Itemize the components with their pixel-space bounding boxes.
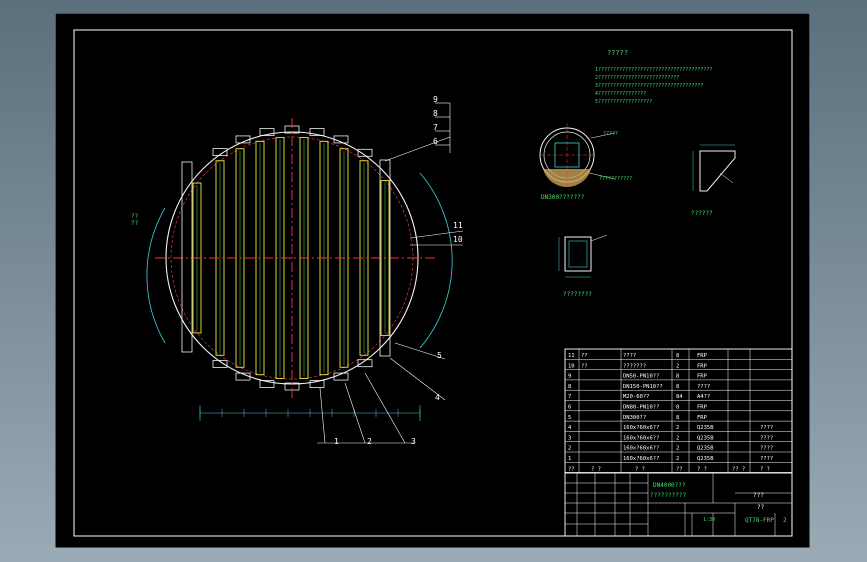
bom-cell: ????	[760, 446, 773, 452]
drawing-code: QT78-FRP	[745, 517, 774, 524]
drawing-name-1: DN4000???	[653, 482, 686, 489]
bom-cell: ????	[760, 435, 773, 441]
bom-cell: FRP	[697, 405, 708, 411]
bom-cell: Q235B	[697, 456, 714, 462]
bom-header-cell: ? ?	[697, 466, 707, 472]
bom-cell: 84	[676, 394, 683, 400]
callout-5: 5	[437, 351, 442, 360]
bom-cell: 8	[676, 384, 679, 390]
bom-cell: Q235B	[697, 435, 714, 441]
sheet-number: 2	[783, 517, 787, 524]
bom-cell: 8	[676, 405, 679, 411]
bom-cell: ???????	[623, 363, 646, 369]
bom-cell: DN80-PN10??	[623, 405, 659, 411]
cad-viewport[interactable]: 9 8 7 6 11 10 5 4 3 2 1 ?? ?? ????? 1???…	[0, 0, 867, 562]
bom-cell: A4??	[697, 394, 710, 400]
bom-cell: ????	[760, 456, 773, 462]
bom-cell: 6	[568, 405, 571, 411]
bom-header-cell: ??	[568, 466, 575, 472]
bom-cell: ????	[697, 384, 710, 390]
bom-cell: 2	[568, 446, 571, 452]
bom-header-cell: ??	[676, 466, 683, 472]
bom-cell: Q235B	[697, 446, 714, 452]
bom-cell: 9	[568, 374, 571, 380]
bom-cell: 8	[676, 374, 679, 380]
bom-cell: 10	[568, 363, 575, 369]
bom-cell: 8	[676, 415, 679, 421]
callout-11: 11	[453, 221, 463, 230]
bom-cell: 160x?60x6??	[623, 435, 659, 441]
bom-cell: M20-60??	[623, 394, 650, 400]
drawing-name-2: ??????????	[650, 492, 687, 499]
bom-cell: FRP	[697, 374, 708, 380]
bom-cell: 160x?60x6??	[623, 425, 659, 431]
bom-header-cell: ? ?	[591, 466, 601, 472]
drawing-scale: 1:30	[703, 517, 715, 523]
bom-header-cell: ? ?	[760, 466, 770, 472]
bom-cell: 5	[568, 415, 571, 421]
bom-cell: 8	[676, 353, 679, 359]
note-line-3: 3???????????????????????????????????	[595, 83, 703, 89]
left-side-label: ??	[131, 213, 139, 220]
pipe-caption: DN300???????	[541, 194, 585, 201]
unit-1: ???	[753, 492, 764, 499]
callout-1: 1	[334, 437, 339, 446]
callout-10: 10	[453, 235, 463, 244]
bom-cell: 8	[568, 384, 571, 390]
callout-7: 7	[433, 123, 438, 132]
bom-cell: ????	[760, 425, 773, 431]
callout-9: 9	[433, 95, 438, 104]
note-line-5: 5??????????????????	[595, 99, 652, 105]
left-side-label-2: ??	[131, 220, 139, 227]
unit-2: ??	[757, 504, 765, 511]
callout-4: 4	[435, 393, 440, 402]
note-line-1: 1??????????????????????????????????????	[595, 67, 712, 73]
bom-cell: DN300??	[623, 415, 646, 421]
angle-caption: ??????	[691, 210, 713, 217]
bom-cell: 2	[676, 456, 679, 462]
pipe-note-1: ?????	[603, 131, 618, 137]
bom-cell: 1	[568, 456, 571, 462]
bom-cell: ??	[581, 363, 588, 369]
bom-cell: 2	[676, 425, 679, 431]
channel-caption: ????????	[563, 291, 592, 298]
bom-cell: 3	[568, 435, 571, 441]
bom-header-cell: ? ?	[635, 466, 645, 472]
bom-header-cell: ?? ?	[732, 466, 745, 472]
bom-cell: FRP	[697, 353, 708, 359]
bom-cell: Q235B	[697, 425, 714, 431]
bom-cell: FRP	[697, 363, 708, 369]
bom-cell: FRP	[697, 415, 708, 421]
note-line-4: 4????????????????	[595, 91, 646, 97]
callout-2: 2	[367, 437, 372, 446]
bom-cell: DN50-PN10??	[623, 374, 659, 380]
bom-cell: 11	[568, 353, 575, 359]
bom-cell: 160x?60x6??	[623, 456, 659, 462]
bom-cell: DN150-PN10??	[623, 384, 663, 390]
bom-cell: ????	[623, 353, 636, 359]
drawing-sheet: 9 8 7 6 11 10 5 4 3 2 1 ?? ?? ????? 1???…	[55, 13, 810, 548]
bom-cell: 2	[676, 435, 679, 441]
callout-8: 8	[433, 109, 438, 118]
callout-6: 6	[433, 137, 438, 146]
bom-cell: ??	[581, 353, 588, 359]
bom-cell: 160x?60x6??	[623, 446, 659, 452]
notes-title: ?????	[607, 49, 628, 57]
pipe-note-2: ???????????	[599, 176, 632, 182]
callout-3: 3	[411, 437, 416, 446]
note-line-2: 2???????????????????????????	[595, 75, 679, 81]
bom-cell: 2	[676, 446, 679, 452]
bom-cell: 7	[568, 394, 571, 400]
bom-cell: 2	[676, 363, 679, 369]
